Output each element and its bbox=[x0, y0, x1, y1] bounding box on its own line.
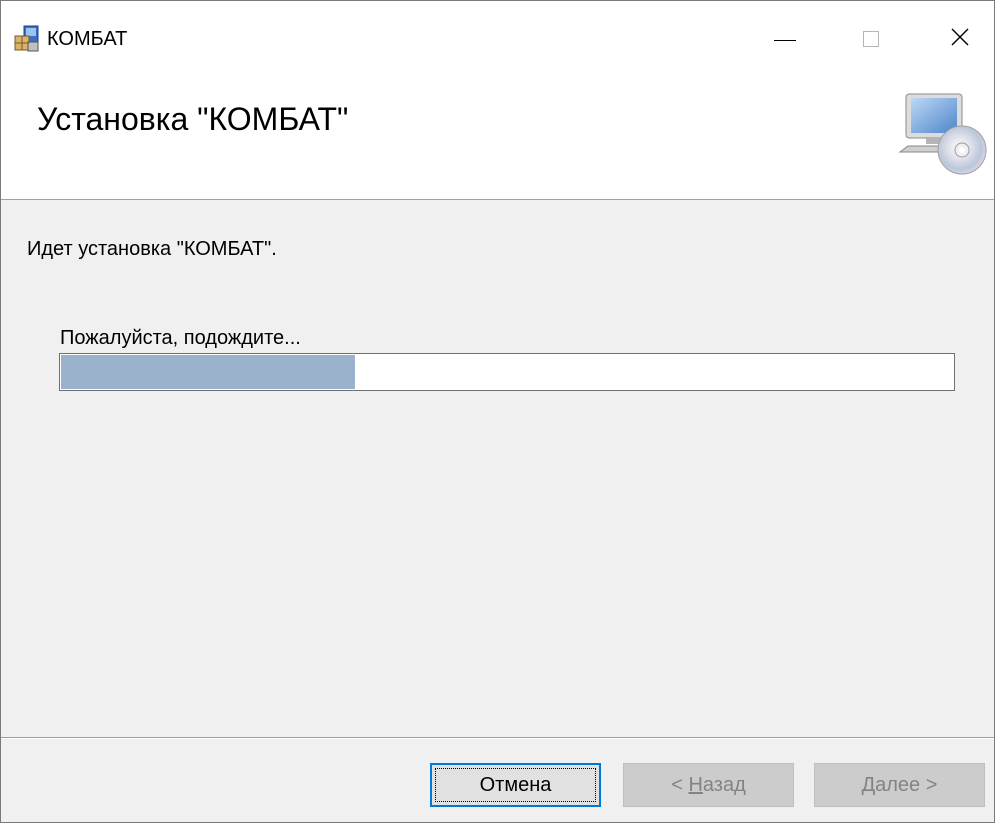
window-title: КОМБАТ bbox=[47, 28, 128, 50]
next-button-hotkey: Д bbox=[861, 773, 876, 796]
back-button-hotkey: Н bbox=[688, 773, 703, 796]
maximize-button[interactable] bbox=[839, 1, 903, 77]
footer-divider-highlight bbox=[1, 738, 994, 739]
installer-window: КОМБАТ Установка "КОМБАТ" Идет установка… bbox=[0, 0, 995, 823]
maximize-icon bbox=[863, 31, 879, 47]
progress-fill bbox=[61, 355, 355, 389]
back-button-rest: азад bbox=[702, 773, 746, 796]
computer-cd-setup-icon bbox=[898, 90, 988, 176]
close-icon bbox=[950, 27, 970, 52]
cancel-button-label: Отмена bbox=[479, 773, 552, 796]
next-button[interactable]: Далее > bbox=[814, 763, 985, 807]
back-button-label: < Назад bbox=[671, 774, 746, 797]
next-button-rest: алее > bbox=[875, 773, 938, 796]
title-bar[interactable]: КОМБАТ bbox=[1, 1, 994, 77]
minimize-icon bbox=[774, 39, 796, 41]
back-button[interactable]: < Назад bbox=[623, 763, 794, 807]
minimize-button[interactable] bbox=[753, 1, 817, 77]
wait-label: Пожалуйста, подождите... bbox=[60, 327, 301, 349]
install-progress-bar bbox=[59, 353, 955, 391]
header-banner: Установка "КОМБАТ" bbox=[1, 77, 994, 200]
next-button-label: Далее > bbox=[862, 774, 938, 797]
page-title: Установка "КОМБАТ" bbox=[37, 101, 349, 137]
cancel-button[interactable]: Отмена bbox=[430, 763, 601, 807]
installer-package-icon bbox=[13, 24, 41, 54]
close-button[interactable] bbox=[928, 1, 992, 77]
back-button-prefix: < bbox=[671, 773, 689, 796]
install-status-text: Идет установка "КОМБАТ". bbox=[27, 238, 277, 260]
